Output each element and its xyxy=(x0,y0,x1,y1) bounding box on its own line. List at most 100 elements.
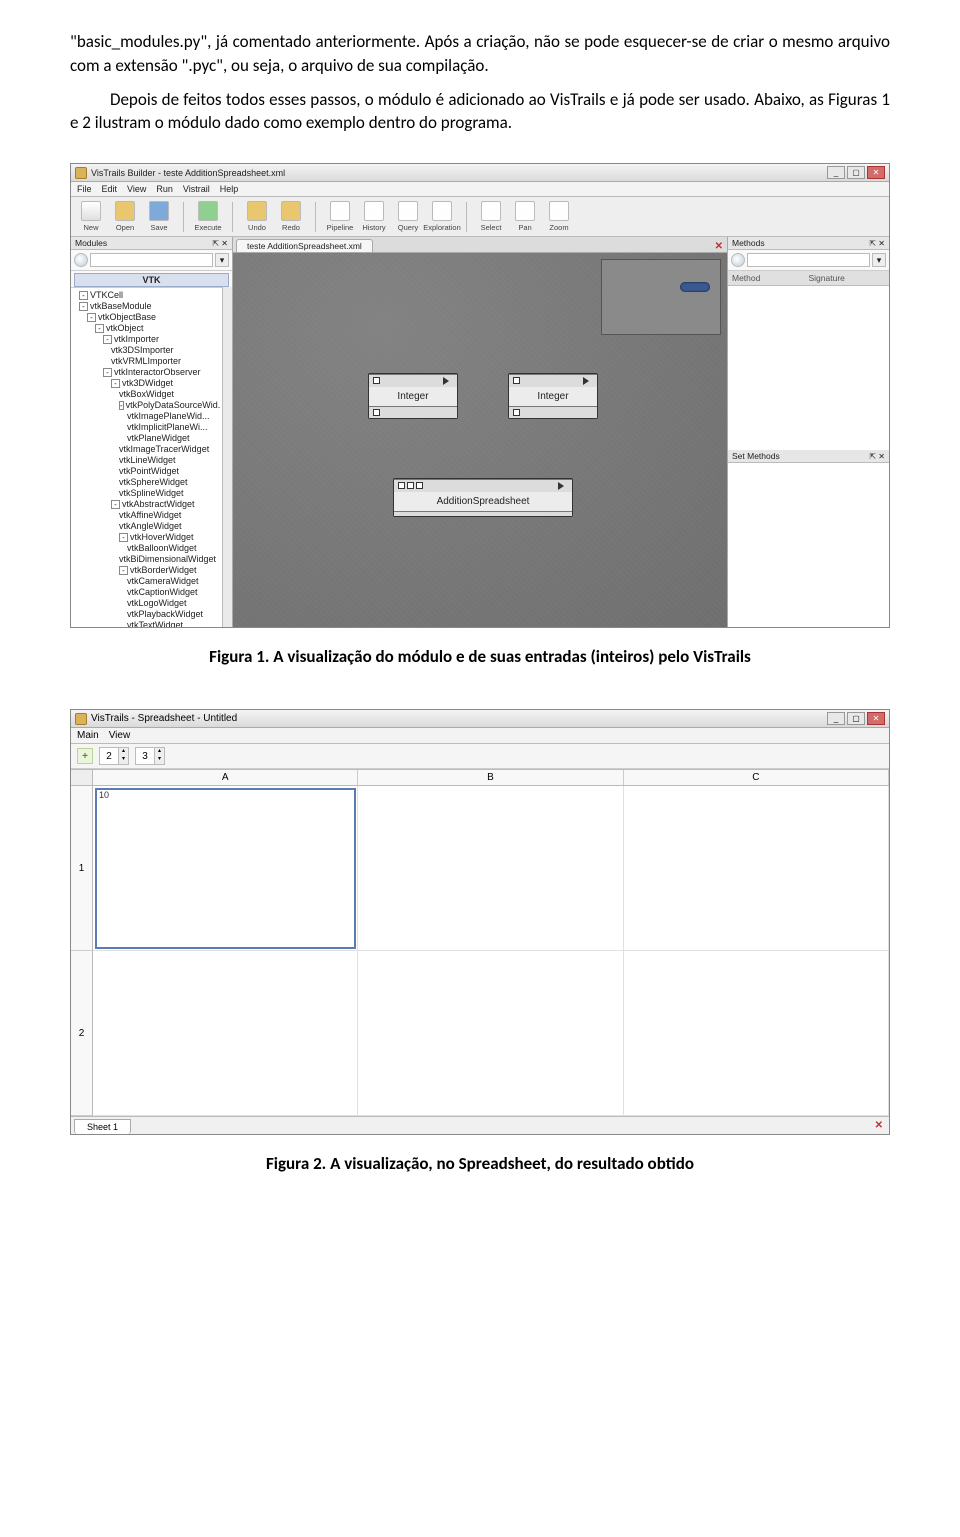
tool-undo[interactable]: Undo xyxy=(243,201,271,232)
tool-exploration[interactable]: Exploration xyxy=(428,201,456,232)
menu-help[interactable]: Help xyxy=(220,184,239,194)
tree-node[interactable]: vtkSplineWidget xyxy=(75,488,220,499)
tree-node[interactable]: vtkPlaneWidget xyxy=(75,433,220,444)
tree-node[interactable]: vtkBalloonWidget xyxy=(75,543,220,554)
tree-node[interactable]: vtkPlaybackWidget xyxy=(75,609,220,620)
tree-toggle[interactable]: - xyxy=(119,533,128,542)
cell-b1[interactable] xyxy=(358,786,623,951)
methods-panel-buttons[interactable]: ⇱ ✕ xyxy=(869,239,885,248)
tree-node[interactable]: vtkBoxWidget xyxy=(75,389,220,400)
tree-node[interactable]: vtkPointWidget xyxy=(75,466,220,477)
tree-node[interactable]: -vtkObjectBase xyxy=(75,312,220,323)
node-addition-spreadsheet[interactable]: AdditionSpreadsheet xyxy=(393,478,573,517)
tool-zoom[interactable]: Zoom xyxy=(545,201,573,232)
tree-node[interactable]: -vtkBaseModule xyxy=(75,301,220,312)
tree-node[interactable]: -vtkBorderWidget xyxy=(75,565,220,576)
tree-node[interactable]: vtkVRMLImporter xyxy=(75,356,220,367)
tree-node[interactable]: -vtkAbstractWidget xyxy=(75,499,220,510)
port-tri[interactable] xyxy=(443,377,453,385)
tool-select[interactable]: Select xyxy=(477,201,505,232)
menu-file[interactable]: File xyxy=(77,184,92,194)
tree-node[interactable]: vtk3DSImporter xyxy=(75,345,220,356)
tree-node[interactable]: -vtkHoverWidget xyxy=(75,532,220,543)
add-sheet-button[interactable]: + xyxy=(77,748,93,764)
search-icon[interactable] xyxy=(731,253,745,267)
menu-run[interactable]: Run xyxy=(156,184,173,194)
port-in[interactable] xyxy=(373,377,380,384)
tree-toggle[interactable]: - xyxy=(87,313,96,322)
search-icon[interactable] xyxy=(74,253,88,267)
tree-node[interactable]: vtkImplicitPlaneWi... xyxy=(75,422,220,433)
tree-node[interactable]: -vtkObject xyxy=(75,323,220,334)
cell-c2[interactable] xyxy=(624,951,889,1116)
port-in[interactable] xyxy=(407,482,414,489)
row-header-1[interactable]: 1 xyxy=(71,786,92,951)
tree-toggle[interactable]: - xyxy=(103,368,112,377)
minimap[interactable] xyxy=(601,259,721,335)
rows-spinbox[interactable]: 2 ▴▾ xyxy=(99,747,129,765)
modules-panel-buttons[interactable]: ⇱ ✕ xyxy=(212,239,228,248)
col-header-a[interactable]: A xyxy=(93,770,358,785)
vtk-group-header[interactable]: VTK xyxy=(74,273,229,287)
pipeline-canvas[interactable]: Integer Integer AdditionSpreadsheet xyxy=(233,253,727,627)
col-header-c[interactable]: C xyxy=(624,770,889,785)
tree-node[interactable]: vtkCaptionWidget xyxy=(75,587,220,598)
tool-history[interactable]: History xyxy=(360,201,388,232)
rows-up[interactable]: ▴ xyxy=(119,748,128,756)
tree-node[interactable]: vtkAffineWidget xyxy=(75,510,220,521)
tool-save[interactable]: Save xyxy=(145,201,173,232)
cols-down[interactable]: ▾ xyxy=(155,756,164,764)
modules-tree[interactable]: -VTKCell-vtkBaseModule-vtkObjectBase-vtk… xyxy=(71,287,222,627)
row-header-2[interactable]: 2 xyxy=(71,951,92,1116)
col-header-b[interactable]: B xyxy=(358,770,623,785)
tree-node[interactable]: vtkImageTracerWidget xyxy=(75,444,220,455)
methods-list[interactable] xyxy=(728,286,889,450)
tree-node[interactable]: vtkCameraWidget xyxy=(75,576,220,587)
tree-node[interactable]: -vtkPolyDataSourceWid... xyxy=(75,400,220,411)
cols-spinbox[interactable]: 3 ▴▾ xyxy=(135,747,165,765)
tree-node[interactable]: -vtkInteractorObserver xyxy=(75,367,220,378)
tab-close-button[interactable]: ✕ xyxy=(715,241,723,252)
port-in[interactable] xyxy=(398,482,405,489)
tree-toggle[interactable]: - xyxy=(79,302,88,311)
rows-down[interactable]: ▾ xyxy=(119,756,128,764)
cols-up[interactable]: ▴ xyxy=(155,748,164,756)
port-tri[interactable] xyxy=(583,377,593,385)
tree-node[interactable]: vtkSphereWidget xyxy=(75,477,220,488)
tree-toggle[interactable]: - xyxy=(111,379,120,388)
tree-toggle[interactable]: - xyxy=(119,566,128,575)
tree-node[interactable]: vtkImagePlaneWid... xyxy=(75,411,220,422)
tree-toggle[interactable]: - xyxy=(95,324,104,333)
tree-node[interactable]: -vtkImporter xyxy=(75,334,220,345)
tool-new[interactable]: New xyxy=(77,201,105,232)
tool-pan[interactable]: Pan xyxy=(511,201,539,232)
close-button[interactable]: ✕ xyxy=(867,712,885,725)
minimize-button[interactable]: _ xyxy=(827,712,845,725)
menu-main[interactable]: Main xyxy=(77,730,99,741)
maximize-button[interactable]: ▢ xyxy=(847,712,865,725)
port-out[interactable] xyxy=(373,409,380,416)
tool-execute[interactable]: Execute xyxy=(194,201,222,232)
tool-redo[interactable]: Redo xyxy=(277,201,305,232)
tree-node[interactable]: vtkBiDimensionalWidget xyxy=(75,554,220,565)
tool-query[interactable]: Query xyxy=(394,201,422,232)
minimize-button[interactable]: _ xyxy=(827,166,845,179)
tree-toggle[interactable]: - xyxy=(111,500,120,509)
maximize-button[interactable]: ▢ xyxy=(847,166,865,179)
tree-node[interactable]: vtkLineWidget xyxy=(75,455,220,466)
methods-search-input[interactable] xyxy=(747,253,870,267)
modules-scrollbar[interactable] xyxy=(222,287,232,627)
modules-search-input[interactable] xyxy=(90,253,213,267)
cell-c1[interactable] xyxy=(624,786,889,951)
pipeline-tab[interactable]: teste AdditionSpreadsheet.xml xyxy=(236,239,373,252)
menu-view[interactable]: View xyxy=(109,730,131,741)
sheet-tab[interactable]: Sheet 1 xyxy=(74,1119,131,1134)
menu-view[interactable]: View xyxy=(127,184,146,194)
tree-toggle[interactable]: - xyxy=(103,335,112,344)
tree-node[interactable]: vtkLogoWidget xyxy=(75,598,220,609)
tree-node[interactable]: vtkAngleWidget xyxy=(75,521,220,532)
sheet-close-button[interactable]: ✕ xyxy=(875,1120,883,1131)
set-methods-area[interactable] xyxy=(728,463,889,627)
port-in[interactable] xyxy=(416,482,423,489)
menu-vistrail[interactable]: Vistrail xyxy=(183,184,210,194)
